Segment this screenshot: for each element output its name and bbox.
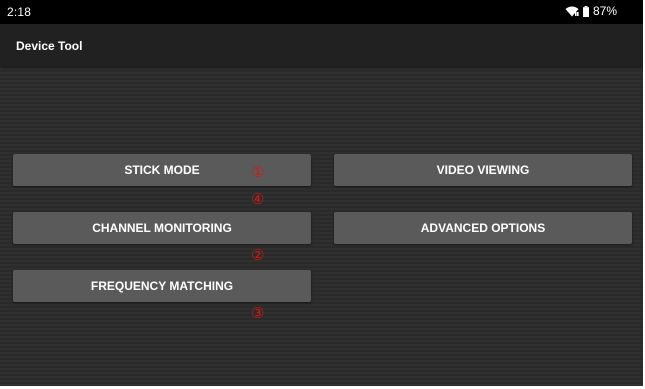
annotation-marker-3: ③ [251,304,265,322]
wifi-icon [565,6,579,16]
annotation-marker-2: ② [251,246,265,264]
annotation-marker-1: ① [251,163,265,181]
device-screen: 2:18 87% Device Tool STICK MODE VIDEO VI… [0,0,643,386]
annotation-marker-4: ④ [251,190,265,208]
status-indicators: 87% [565,4,617,18]
status-bar: 2:18 87% [0,0,643,24]
status-time: 2:18 [7,5,32,19]
app-title: Device Tool [16,39,83,53]
battery-percentage: 87% [592,4,617,18]
advanced-options-button[interactable]: ADVANCED OPTIONS [334,212,632,244]
stick-mode-button[interactable]: STICK MODE [13,154,311,186]
channel-monitoring-button[interactable]: CHANNEL MONITORING [13,212,311,244]
frequency-matching-button[interactable]: FREQUENCY MATCHING [13,270,311,302]
app-bar: Device Tool [0,24,643,66]
battery-icon [582,5,589,17]
video-viewing-button[interactable]: VIDEO VIEWING [334,154,632,186]
